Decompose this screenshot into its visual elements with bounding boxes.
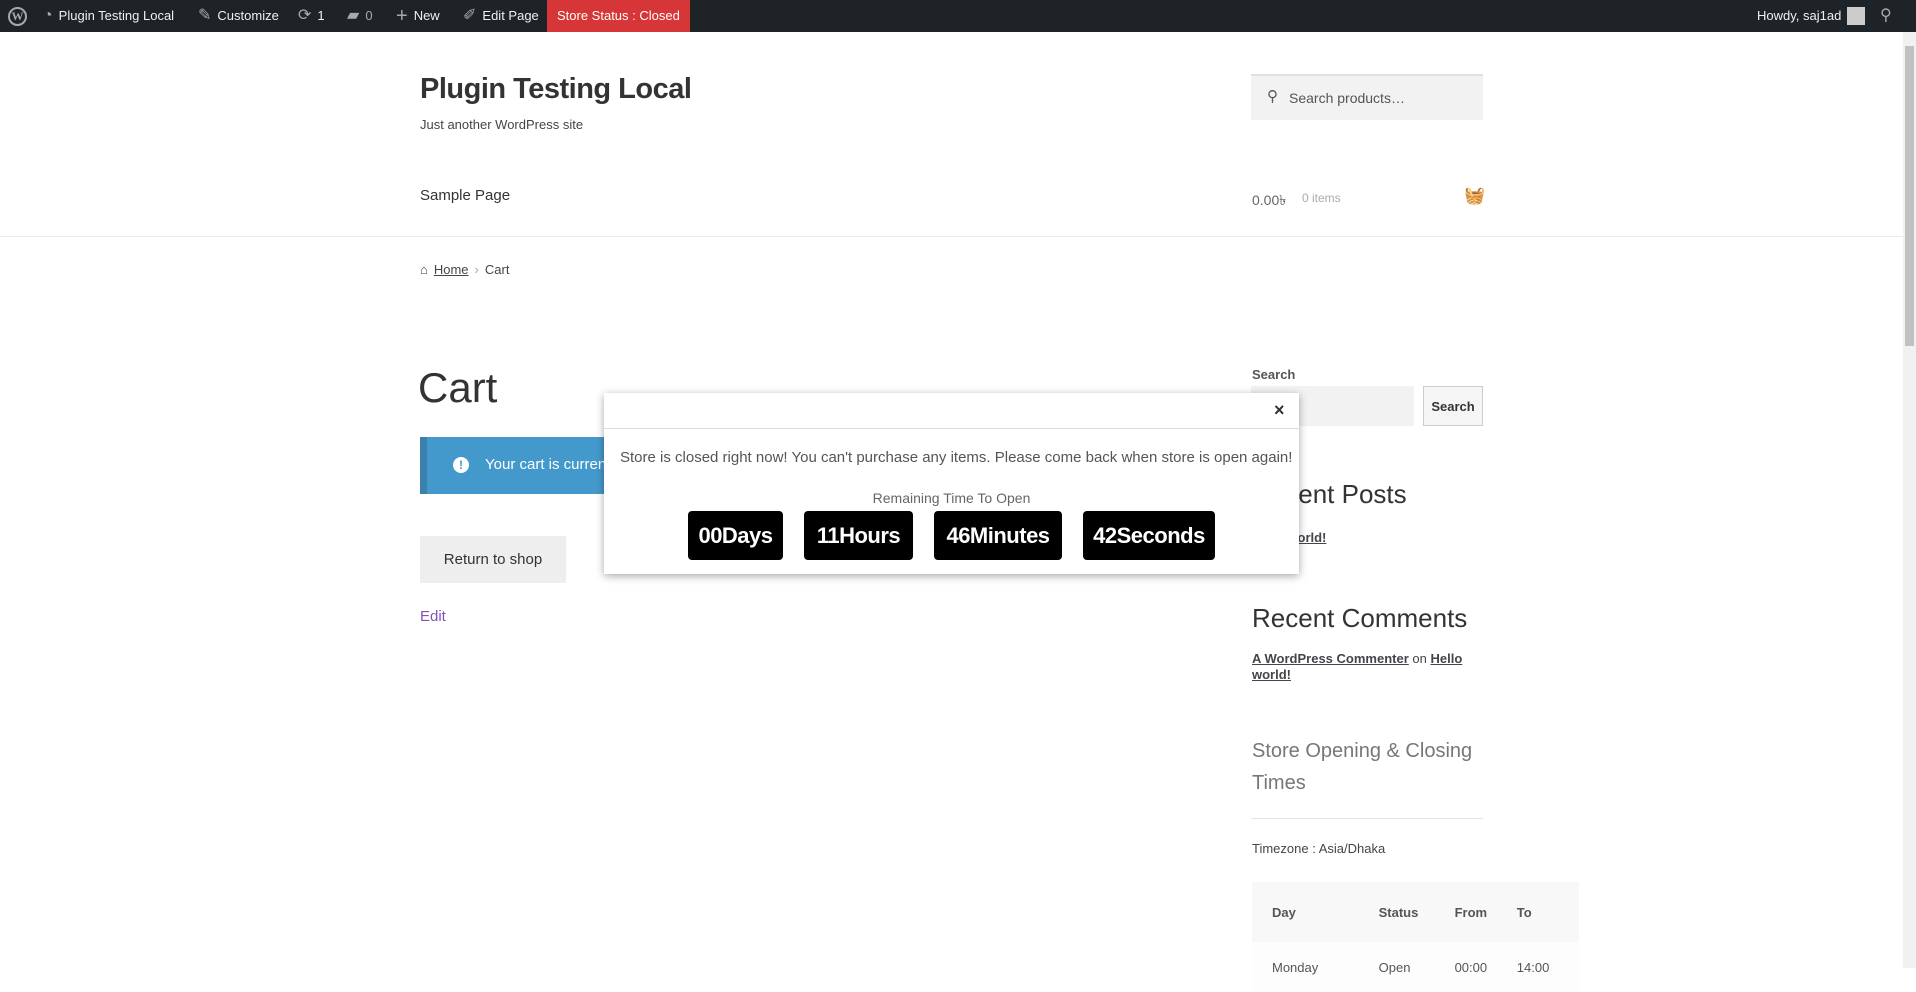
cell-from: 00:00	[1454, 959, 1488, 975]
comment-on: on	[1412, 651, 1427, 666]
brush-icon: ✎	[198, 7, 212, 24]
plus-icon: +	[396, 5, 408, 27]
howdy-label: Howdy, saj1ad	[1757, 8, 1842, 23]
customize-link[interactable]: ✎ Customize	[198, 0, 279, 32]
table-header-row: Day Status From To	[1252, 882, 1579, 942]
dashboard-icon: ◔	[43, 7, 53, 24]
product-search-input[interactable]: ⚲ Search products…	[1251, 74, 1483, 120]
edit-page-label: Edit Page	[482, 8, 539, 23]
updates-count: 1	[317, 8, 325, 23]
breadcrumb-home[interactable]: Home	[434, 262, 469, 277]
avatar	[1847, 7, 1866, 25]
home-icon: ⌂	[420, 262, 428, 277]
info-icon: !	[453, 457, 469, 473]
close-icon[interactable]: ×	[1274, 400, 1285, 421]
table-row: Monday Open 00:00 14:00	[1252, 942, 1579, 992]
admin-bar: W ◔ Plugin Testing Local ✎ Customize ⟳ 1 ▰ 0…	[0, 0, 1916, 32]
header-to: To	[1516, 904, 1532, 920]
modal-message: Store is closed right now! You can't pur…	[620, 449, 1293, 466]
edit-link[interactable]: Edit	[420, 608, 446, 625]
breadcrumb-separator: ›	[474, 262, 479, 277]
admin-search-icon[interactable]: ⚲	[1880, 0, 1892, 32]
remaining-time-label: Remaining Time To Open	[872, 490, 1031, 506]
timezone: Timezone : Asia/Dhaka	[1252, 841, 1386, 856]
new-link[interactable]: + New	[396, 0, 440, 32]
recent-comments-title: Recent Comments	[1252, 603, 1468, 633]
countdown-seconds: 42Seconds	[1083, 511, 1215, 560]
my-account-link[interactable]: Howdy, saj1ad	[1757, 0, 1866, 32]
admin-site-link[interactable]: ◔ Plugin Testing Local	[43, 0, 174, 32]
store-closed-modal: × Store is closed right now! You can't p…	[604, 393, 1299, 574]
pencil-icon: ✐	[463, 7, 477, 24]
refresh-icon: ⟳	[298, 7, 312, 24]
countdown-hours: 11Hours	[804, 511, 913, 560]
store-status-badge[interactable]: Store Status : Closed	[547, 0, 690, 32]
breadcrumb: ⌂ Home › Cart	[420, 262, 509, 277]
page-title: Cart	[418, 364, 498, 411]
cell-to: 14:00	[1516, 959, 1550, 975]
comment-author-link[interactable]: A WordPress Commenter	[1252, 651, 1409, 666]
countdown-days: 00Days	[688, 511, 783, 560]
customize-label: Customize	[217, 8, 279, 23]
breadcrumb-current: Cart	[484, 262, 510, 277]
cell-status: Open	[1378, 959, 1411, 975]
scrollbar[interactable]	[1903, 32, 1916, 968]
header-day: Day	[1272, 904, 1296, 920]
site-name: Plugin Testing Local	[58, 8, 175, 23]
return-to-shop-button[interactable]: Return to shop	[420, 536, 566, 583]
store-hours-title: Store Opening & Closing Times	[1252, 740, 1473, 794]
search-widget-label: Search	[1252, 367, 1296, 382]
basket-icon[interactable]: 🧺	[1464, 186, 1485, 206]
header-divider	[0, 236, 1903, 237]
comment-icon: ▰	[347, 7, 360, 24]
modal-header-divider	[604, 428, 1299, 429]
site-tagline: Just another WordPress site	[420, 117, 584, 132]
cart-items[interactable]: 0 items	[1302, 191, 1341, 205]
new-label: New	[413, 8, 440, 23]
scrollbar-thumb[interactable]	[1905, 46, 1914, 346]
countdown-minutes: 46Minutes	[934, 511, 1062, 560]
wordpress-logo-icon[interactable]: W	[8, 0, 27, 32]
updates-link[interactable]: ⟳ 1	[298, 0, 325, 32]
header-from: From	[1454, 904, 1488, 920]
store-status-label: Store Status : Closed	[557, 8, 680, 23]
comments-count: 0	[365, 8, 373, 23]
cart-amount[interactable]: 0.00৳	[1252, 189, 1286, 213]
search-placeholder: Search products…	[1289, 90, 1405, 106]
sidebar-search-button[interactable]: Search	[1423, 386, 1483, 426]
recent-comment: A WordPress Commenter on Hello world!	[1252, 651, 1482, 683]
cell-day: Monday	[1272, 959, 1319, 975]
nav-sample-page[interactable]: Sample Page	[420, 187, 510, 204]
edit-page-link[interactable]: ✐ Edit Page	[463, 0, 539, 32]
store-hours-table: Day Status From To Monday Open 00:00 14:…	[1252, 882, 1579, 992]
comments-link[interactable]: ▰ 0	[347, 0, 373, 32]
store-hours-divider	[1251, 818, 1483, 819]
site-title[interactable]: Plugin Testing Local	[420, 73, 692, 106]
search-icon: ⚲	[1267, 88, 1278, 105]
header-status: Status	[1378, 904, 1419, 920]
